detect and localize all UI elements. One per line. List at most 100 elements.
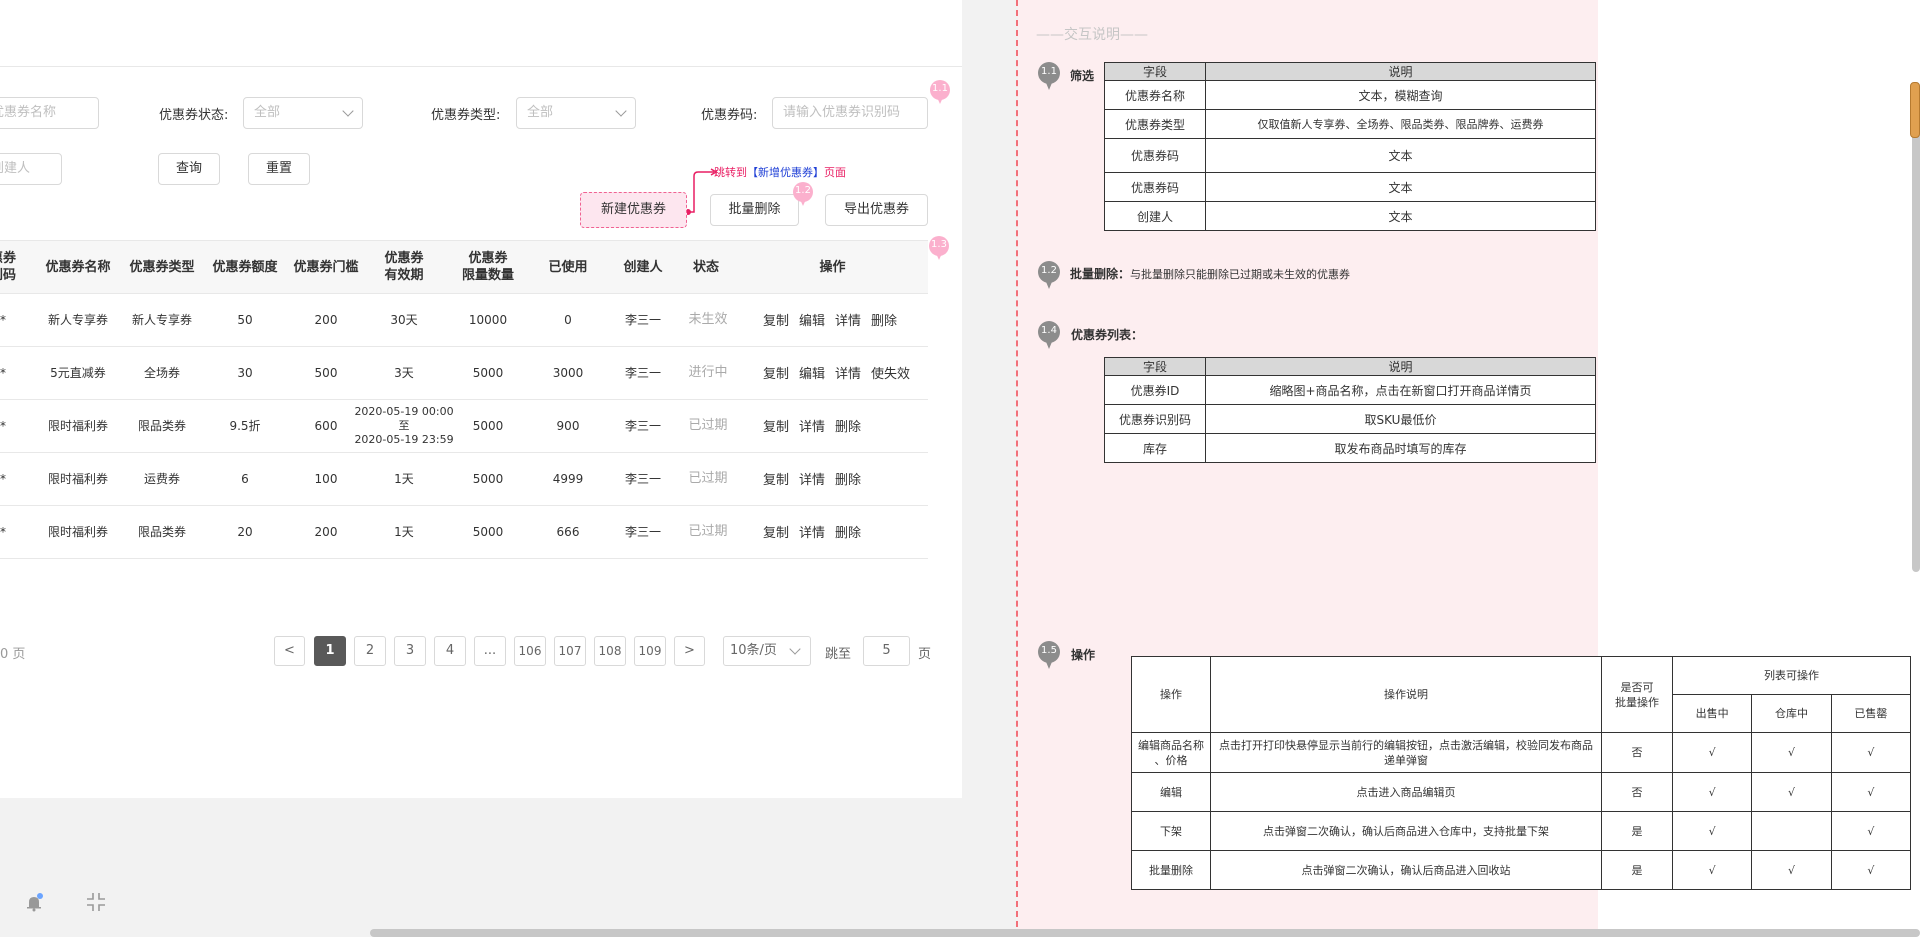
copy-link[interactable]: 复制: [763, 363, 789, 382]
next-page-button[interactable]: >: [674, 636, 705, 666]
cell-validity: 1天: [394, 471, 414, 486]
ops-check: √: [1830, 732, 1912, 773]
delete-link[interactable]: 删除: [835, 416, 861, 435]
cell-limit: 5000: [472, 471, 504, 486]
table-row: ** 限时福利券 运费券 6 100 1天 5000 4999 李三一 已过期 …: [0, 452, 928, 506]
horizontal-scrollbar[interactable]: [370, 929, 1920, 937]
filter-spec-table: 字段 说明 优惠券名称 文本，模糊查询 优惠券类型 仅取值新人专享券、全场券、限品类…: [1104, 62, 1596, 231]
ops-op: 下架: [1131, 811, 1211, 851]
detail-link[interactable]: 详情: [835, 363, 861, 382]
detail-link[interactable]: 详情: [799, 469, 825, 488]
detail-link[interactable]: 详情: [799, 416, 825, 435]
detail-link[interactable]: 详情: [835, 310, 861, 329]
edit-link[interactable]: 编辑: [799, 310, 825, 329]
cell-validity: 30天: [390, 312, 418, 327]
cell-code: **: [0, 471, 6, 486]
page-button[interactable]: 106: [514, 636, 546, 666]
bell-icon[interactable]: [24, 893, 44, 913]
cell-name: 限时福利券: [47, 471, 108, 486]
jump-note-prefix: 跳转到: [714, 166, 747, 179]
query-button[interactable]: 查询: [158, 153, 220, 185]
ops-batch: 否: [1601, 732, 1673, 773]
creator-input[interactable]: 创建人: [0, 153, 62, 185]
vertical-scrollbar[interactable]: [1912, 82, 1920, 572]
row-actions: 复制 详情 删除: [763, 399, 861, 452]
copy-link[interactable]: 复制: [763, 522, 789, 541]
coupon-name-input[interactable]: 优惠券名称: [0, 97, 99, 129]
header-divider: [0, 66, 962, 67]
page-button[interactable]: 108: [594, 636, 626, 666]
export-coupon-button[interactable]: 导出优惠券: [825, 194, 928, 226]
batch-delete-note-title: 批量删除：: [1070, 267, 1131, 281]
spec-field: 创建人: [1104, 201, 1206, 231]
delete-link[interactable]: 删除: [835, 469, 861, 488]
ops-desc: 点击进入商品编辑页: [1210, 772, 1602, 812]
status-select[interactable]: 全部: [243, 97, 363, 129]
page-size-select[interactable]: 10条/页: [723, 636, 811, 666]
list-spec-table: 字段 说明 优惠券ID 缩略图+商品名称，点击在新窗口打开商品详情页 优惠券识别码…: [1104, 357, 1596, 463]
spec-desc: 取SKU最低价: [1205, 404, 1596, 434]
copy-link[interactable]: 复制: [763, 416, 789, 435]
page-button[interactable]: 3: [394, 636, 426, 666]
spec-desc: 缩略图+商品名称，点击在新窗口打开商品详情页: [1205, 375, 1596, 405]
cell-name: 新人专享券: [47, 312, 108, 327]
annotation-pin-1-2: 1.2: [793, 182, 813, 206]
edit-link[interactable]: 编辑: [799, 363, 825, 382]
coupon-code-input[interactable]: 请输入优惠券识别码: [772, 97, 928, 129]
ops-check: √: [1751, 732, 1832, 773]
spec-desc: 取发布商品时填写的库存: [1205, 433, 1596, 463]
cell-type: 新人专享券: [131, 312, 192, 327]
spec-field: 优惠券识别码: [1104, 404, 1206, 434]
ops-check: [1751, 811, 1832, 851]
ops-op: 批量删除: [1131, 850, 1211, 890]
cell-code: **: [0, 418, 6, 433]
annotation-marker-1-2: 1.2: [1038, 261, 1060, 289]
new-coupon-button[interactable]: 新建优惠券: [580, 192, 687, 228]
th-amount: 优惠券额度: [212, 259, 278, 275]
spec-field: 库存: [1104, 433, 1206, 463]
cell-limit: 5000: [472, 418, 504, 433]
th-actions: 操作: [819, 259, 846, 275]
cell-code: **: [0, 365, 6, 380]
spec-desc: 文本: [1205, 201, 1596, 231]
prev-page-button[interactable]: <: [274, 636, 305, 666]
reset-button[interactable]: 重置: [248, 153, 310, 185]
cell-validity: 1天: [394, 524, 414, 539]
ops-desc: 点击打开打印快悬停显示当前行的编辑按钮，点击激活编辑，校验同发布商品递单弹窗: [1210, 732, 1602, 773]
cell-name: 5元直减券: [50, 365, 106, 380]
cell-type: 全场券: [143, 365, 180, 380]
batch-delete-button[interactable]: 批量删除: [710, 194, 799, 226]
cell-type: 运费券: [143, 471, 180, 486]
jump-page-input[interactable]: 5: [863, 636, 910, 666]
copy-link[interactable]: 复制: [763, 310, 789, 329]
page-button[interactable]: 107: [554, 636, 586, 666]
chevron-down-icon: [789, 643, 801, 655]
page-button[interactable]: 109: [634, 636, 666, 666]
copy-link[interactable]: 复制: [763, 469, 789, 488]
type-select[interactable]: 全部: [516, 97, 636, 129]
spec-header: 字段: [1104, 62, 1206, 81]
cell-used: 666: [556, 524, 580, 539]
cell-status: 未生效: [688, 311, 728, 327]
status-select-value: 全部: [254, 105, 281, 120]
invalidate-link[interactable]: 使失效: [871, 363, 910, 382]
ops-batch: 是: [1601, 850, 1673, 890]
chevron-down-icon: [342, 105, 354, 117]
ops-op: 编辑: [1131, 772, 1211, 812]
annotation-marker-1-1: 1.1: [1038, 62, 1060, 90]
ops-check: √: [1830, 811, 1912, 851]
vertical-scrollbar-thumb[interactable]: [1910, 82, 1920, 138]
page-button[interactable]: 2: [354, 636, 386, 666]
page-ellipsis[interactable]: ...: [474, 636, 506, 666]
page-button[interactable]: 1: [314, 636, 346, 666]
collapse-icon[interactable]: [86, 892, 106, 912]
cell-amount: 50: [237, 312, 253, 327]
cell-amount: 30: [237, 365, 253, 380]
delete-link[interactable]: 删除: [835, 522, 861, 541]
detail-link[interactable]: 详情: [799, 522, 825, 541]
list-spec-title: 优惠券列表：: [1071, 328, 1144, 342]
page-button[interactable]: 4: [434, 636, 466, 666]
coupon-name-placeholder: 优惠券名称: [0, 105, 57, 120]
th-used: 已使用: [548, 259, 588, 275]
delete-link[interactable]: 删除: [871, 310, 897, 329]
